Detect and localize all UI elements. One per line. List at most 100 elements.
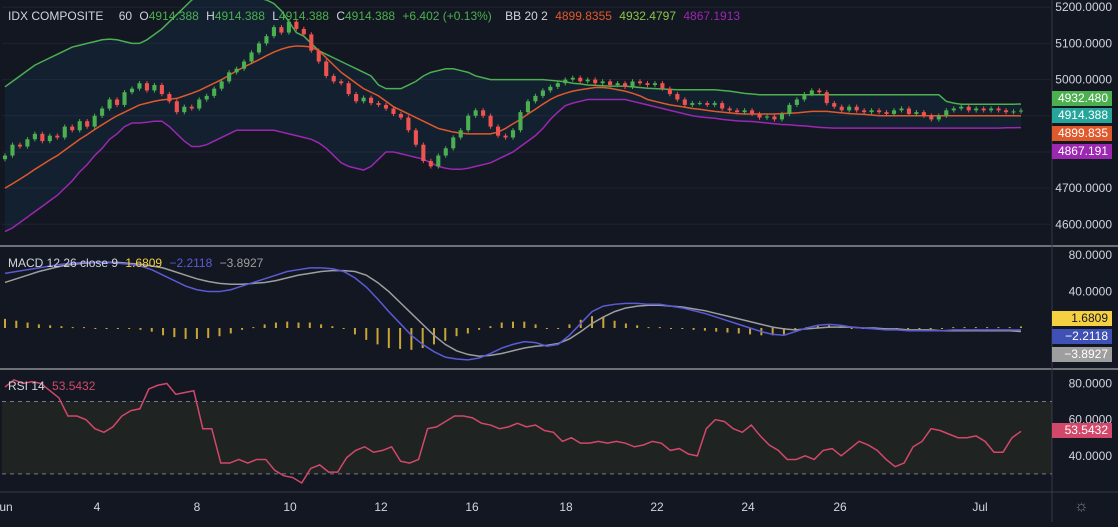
candle-body	[219, 81, 224, 89]
candle-body	[891, 110, 897, 114]
candle-body	[17, 144, 22, 147]
candle-body	[346, 83, 351, 95]
o-label: O	[139, 9, 149, 23]
macd-hist-bar	[489, 326, 492, 328]
macd-badge: −2.2118	[1052, 329, 1112, 344]
macd-hist-bar	[997, 327, 1000, 329]
candle-body	[794, 99, 799, 105]
macd-hist-bar	[929, 328, 932, 329]
price-badge: 4914.388	[1052, 108, 1112, 123]
candle-body	[55, 135, 60, 138]
candle-body	[884, 112, 889, 114]
candle-body	[466, 115, 471, 131]
candle-body	[107, 99, 112, 109]
candle-body	[742, 110, 747, 113]
macd-hist-badge: 1.6809	[1052, 311, 1112, 326]
y-tick-label: 5100.0000	[1055, 36, 1112, 50]
x-tick-label: 12	[374, 500, 388, 514]
main-legend: IDX COMPOSITE 60 O4914.388 H4914.388 L49…	[8, 9, 744, 23]
candle-body	[750, 110, 755, 114]
macd-hist-bar	[737, 328, 740, 334]
bb-basis-value: 4899.8355	[555, 9, 612, 23]
gear-icon[interactable]: ☼	[1074, 498, 1089, 516]
macd-hist-bar	[241, 328, 244, 330]
candle-body	[309, 34, 314, 51]
candle-body	[85, 121, 90, 127]
symbol-name[interactable]: IDX COMPOSITE	[8, 9, 103, 23]
candle-body	[705, 103, 710, 105]
candle-body	[1011, 111, 1016, 113]
candle-body	[264, 36, 269, 44]
macd-hist-bar	[940, 328, 943, 329]
candle-body	[921, 112, 926, 116]
candle-body	[839, 106, 844, 111]
candle-body	[510, 130, 516, 138]
candle-body	[563, 79, 568, 84]
candle-body	[936, 115, 941, 120]
macd-hist-bar	[207, 328, 210, 339]
macd-hist-bar	[83, 327, 86, 329]
candle-body	[959, 106, 964, 109]
candle-body	[869, 110, 874, 113]
candle-body	[802, 94, 807, 100]
x-tick-label: 10	[283, 500, 297, 514]
candle-body	[720, 103, 725, 109]
candle-body	[570, 77, 575, 80]
macd-hist-bar	[173, 328, 176, 338]
macd-hist-bar	[218, 328, 221, 337]
candle-body	[137, 83, 142, 89]
y-tick-label: 4700.0000	[1055, 181, 1112, 195]
candle-body	[854, 106, 859, 111]
candle-body	[369, 97, 374, 104]
candle-body	[70, 126, 75, 131]
l-label: L	[272, 9, 279, 23]
candle-body	[339, 81, 344, 84]
macd-hist-bar	[162, 328, 165, 336]
macd-hist-bar	[116, 328, 119, 329]
candle-body	[914, 112, 919, 114]
macd-hist-bar	[286, 321, 289, 328]
candle-body	[989, 108, 994, 111]
macd-hist-bar	[71, 327, 74, 329]
candle-body	[525, 101, 530, 113]
candle-body	[906, 108, 911, 114]
macd-hist-bar	[557, 328, 560, 329]
candle-body	[824, 92, 829, 104]
bb-label[interactable]: BB 20 2	[505, 9, 548, 23]
candle-body	[122, 92, 127, 105]
macd-hist-bar	[670, 328, 673, 329]
candle-body	[1018, 110, 1024, 112]
h-value: 4914.388	[214, 9, 265, 23]
macd-hist-bar	[15, 320, 18, 328]
candle-body	[809, 90, 814, 95]
macd-hist-bar	[658, 327, 661, 329]
candle-body	[152, 85, 157, 91]
rsi-label[interactable]: RSI 14	[8, 379, 45, 393]
candle-body	[712, 103, 717, 105]
interval[interactable]: 60	[119, 9, 132, 23]
macd-hist-bar	[139, 328, 142, 330]
macd-hist-bar	[974, 327, 977, 329]
candle-body	[772, 116, 777, 120]
candle-body	[555, 83, 560, 87]
macd-hist-bar	[512, 321, 514, 328]
macd-line	[4, 261, 1022, 361]
macd-hist-bar	[466, 328, 469, 334]
candle-body	[2, 155, 8, 160]
candle-body	[929, 115, 934, 120]
macd-hist-bar	[455, 328, 458, 337]
macd-hist-bar	[320, 324, 323, 328]
candle-body	[406, 117, 411, 131]
change-value: +6.402 (+0.13%)	[402, 9, 492, 23]
c-label: C	[336, 9, 345, 23]
candle-body	[832, 103, 837, 107]
macd-hist-bar	[387, 328, 390, 349]
macd-label[interactable]: MACD 12 26 close 9	[8, 256, 118, 270]
candle-body	[256, 43, 262, 53]
candle-body	[436, 155, 441, 167]
macd-hist-bar	[613, 320, 616, 328]
macd-hist-bar	[60, 326, 63, 328]
macd-hist-bar	[4, 318, 6, 328]
macd-hist-bar	[184, 328, 187, 339]
candle-body	[159, 85, 164, 95]
